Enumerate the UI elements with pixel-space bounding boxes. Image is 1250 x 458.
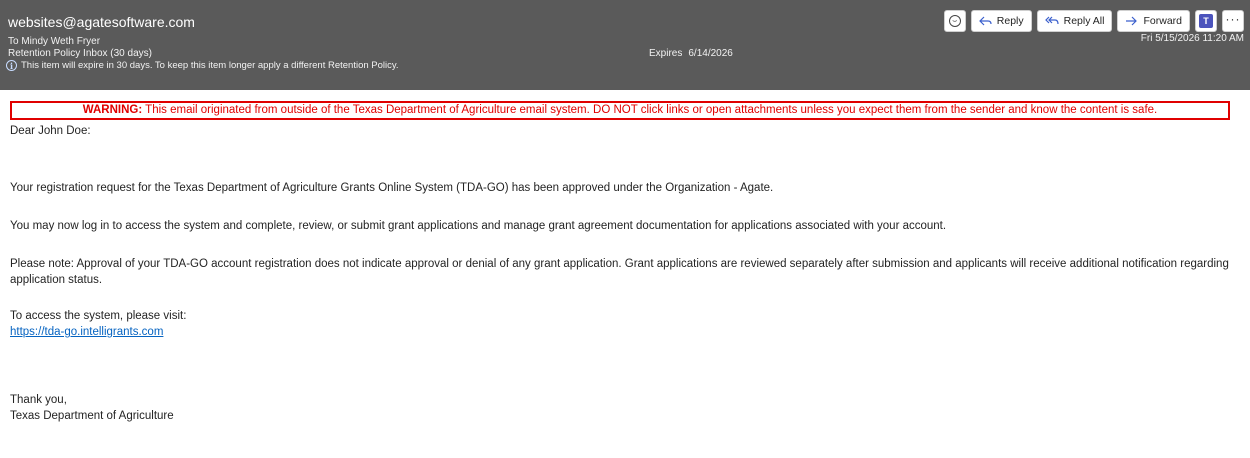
reply-button[interactable]: Reply — [970, 10, 1032, 32]
email-reading-pane: websites@agatesoftware.com To Mindy Weth… — [0, 0, 1250, 458]
expiry-notice: i This item will expire in 30 days. To k… — [6, 60, 399, 71]
access-paragraph: You may now log in to access the system … — [10, 220, 947, 232]
recipient-line: To Mindy Weth Fryer — [8, 36, 100, 47]
visit-text: To access the system, please visit: — [10, 310, 187, 322]
system-link[interactable]: https://tda-go.intelligrants.com — [10, 326, 163, 338]
emoji-button[interactable]: ⌣ — [943, 10, 966, 32]
closing-block: Thank you, Texas Department of Agricultu… — [10, 392, 174, 424]
info-icon: i — [6, 60, 17, 71]
teams-button[interactable]: T — [1195, 10, 1217, 32]
message-toolbar: ⌣ Reply Reply All Forward T ··· — [943, 10, 1244, 32]
recipient-name[interactable]: Mindy Weth Fryer — [21, 36, 100, 47]
reply-arrow-icon — [978, 16, 992, 26]
smiley-icon: ⌣ — [948, 15, 961, 27]
expires-label: Expires — [649, 48, 683, 59]
message-header: websites@agatesoftware.com To Mindy Weth… — [0, 0, 1250, 90]
warning-text: This email originated from outside of th… — [142, 104, 1158, 116]
approval-paragraph: Your registration request for the Texas … — [10, 182, 774, 194]
teams-icon: T — [1199, 14, 1213, 28]
closing-text: Thank you, — [10, 394, 67, 406]
expires-info: Expires 6/14/2026 — [649, 48, 733, 59]
visit-block: To access the system, please visit: http… — [10, 308, 186, 340]
more-icon: ··· — [1225, 12, 1241, 26]
forward-arrow-icon — [1125, 16, 1138, 26]
expiry-notice-text: This item will expire in 30 days. To kee… — [21, 60, 399, 71]
note-paragraph: Please note: Approval of your TDA-GO acc… — [10, 258, 1229, 286]
more-actions-button[interactable]: ··· — [1222, 10, 1244, 32]
reply-all-label: Reply All — [1063, 15, 1105, 27]
reply-all-button[interactable]: Reply All — [1036, 10, 1113, 32]
received-datetime: Fri 5/15/2026 11:20 AM — [1140, 33, 1244, 44]
retention-label: Retention Policy — [8, 48, 81, 59]
forward-button[interactable]: Forward — [1117, 10, 1190, 32]
warning-prefix: WARNING: — [82, 104, 143, 116]
retention-policy: Retention Policy Inbox (30 days) — [8, 48, 152, 59]
sender-address[interactable]: websites@agatesoftware.com — [8, 14, 195, 30]
retention-value: Inbox (30 days) — [83, 48, 152, 59]
expires-date: 6/14/2026 — [688, 48, 733, 59]
signature-text: Texas Department of Agriculture — [10, 410, 174, 422]
external-warning-banner: WARNING: This email originated from outs… — [10, 101, 1230, 120]
to-label: To — [8, 36, 19, 47]
reply-label: Reply — [996, 15, 1024, 27]
greeting: Dear John Doe: — [10, 125, 91, 137]
reply-all-arrow-icon — [1044, 16, 1059, 26]
forward-label: Forward — [1143, 15, 1182, 27]
